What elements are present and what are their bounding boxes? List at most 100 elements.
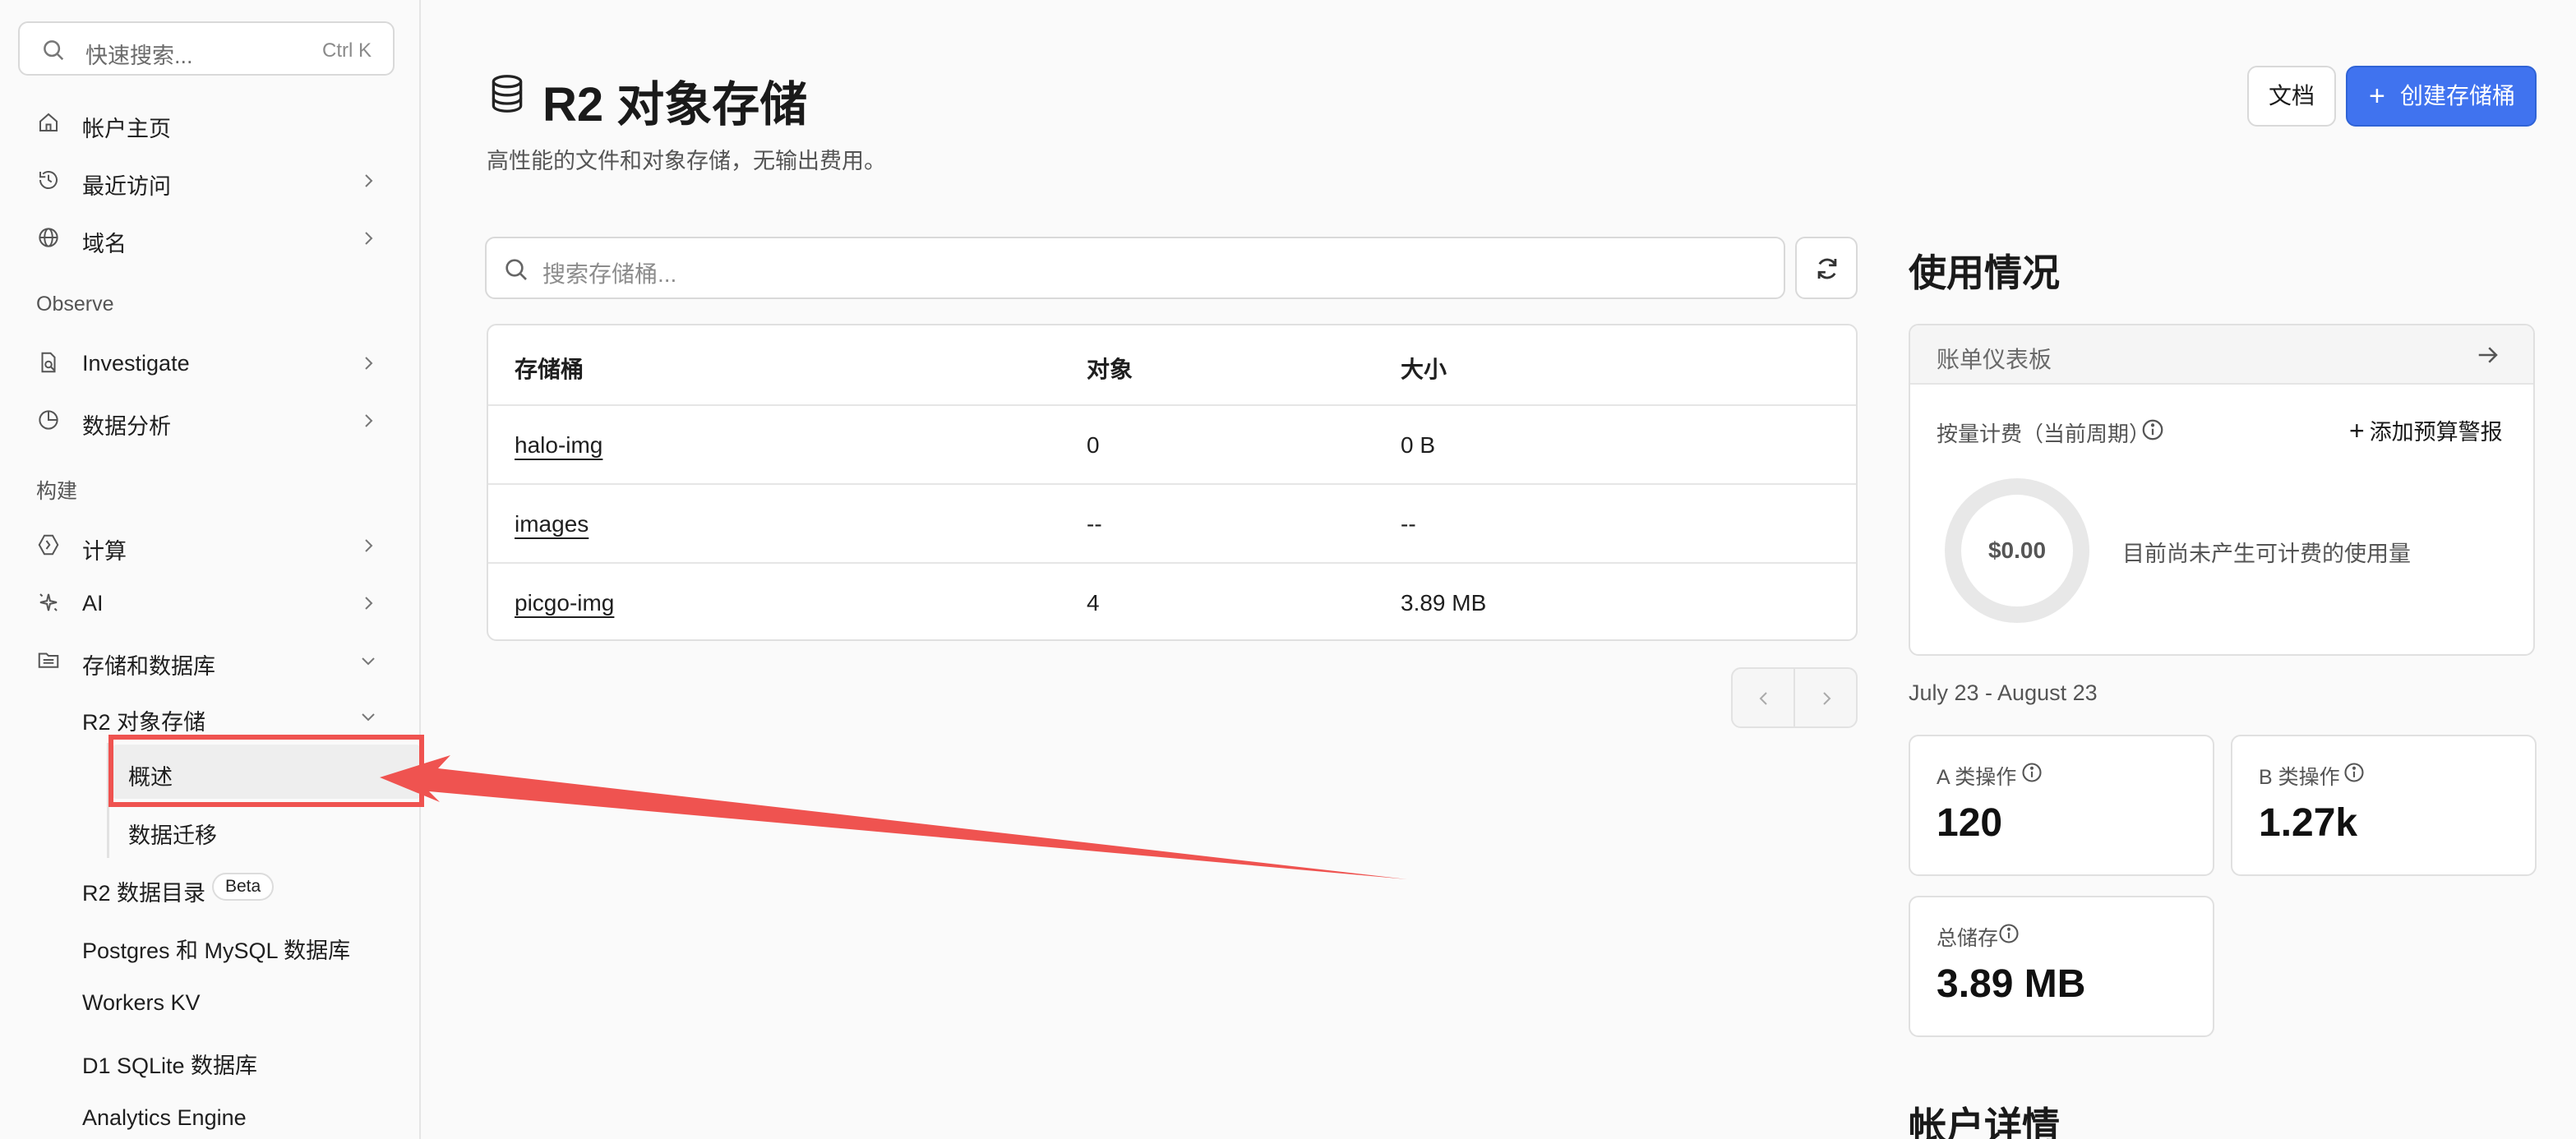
column-header-size[interactable]: 大小 (1401, 352, 1447, 385)
billable-amount: $0.00 (1987, 537, 2047, 563)
table-row[interactable]: images -- -- (488, 483, 1856, 562)
sidebar-item-overview[interactable]: 概述 (112, 745, 419, 799)
sidebar-item-label: 数据分析 (82, 414, 171, 439)
quick-search-input[interactable]: 快速搜索... Ctrl K (18, 21, 395, 76)
sidebar-item-recent[interactable]: 最近访问 (0, 154, 419, 205)
bucket-table: 存储桶 对象 大小 halo-img 0 0 B images -- -- pi… (487, 324, 1858, 641)
sidebar-item-analytics[interactable]: 数据分析 (0, 394, 419, 445)
chevron-right-icon (365, 232, 373, 245)
bucket-link[interactable]: halo-img (515, 432, 602, 459)
sidebar-item-ai[interactable]: AI (0, 577, 419, 628)
stat-label: A 类操作 (1937, 766, 2017, 789)
database-icon (492, 75, 523, 113)
object-count: -- (1087, 511, 1102, 537)
analytics-icon (39, 410, 58, 430)
plus-icon: + (2349, 416, 2365, 445)
sidebar-item-account-home[interactable]: 帐户主页 (0, 97, 419, 148)
subnav-guide-line (107, 743, 109, 858)
bucket-link[interactable]: picgo-img (515, 590, 614, 616)
search-icon (506, 259, 527, 280)
sidebar-item-workers-kv[interactable]: Workers KV (82, 976, 411, 1027)
stat-label: B 类操作 (2259, 766, 2340, 789)
column-header-objects[interactable]: 对象 (1087, 352, 1133, 385)
sidebar-item-storage[interactable]: 存储和数据库 (0, 634, 419, 685)
sidebar-item-d1[interactable]: D1 SQLite 数据库 (82, 1034, 411, 1085)
sidebar-item-label: 计算 (82, 539, 127, 564)
chevron-right-icon (365, 539, 373, 552)
sidebar-item-label: 概述 (128, 765, 173, 790)
usage-heading: 使用情况 (1909, 251, 2060, 294)
create-bucket-button[interactable]: + 创建存储桶 (2346, 66, 2537, 127)
info-icon[interactable] (1997, 922, 2020, 945)
add-budget-alert-label: 添加预算警报 (2369, 420, 2503, 445)
stat-value: 120 (1937, 801, 2003, 845)
history-icon (39, 171, 58, 190)
chevron-left-icon (1759, 692, 1767, 705)
sidebar-item-label: 数据迁移 (128, 823, 217, 848)
bucket-size: -- (1401, 511, 1416, 537)
sidebar-item-label: AI (82, 591, 104, 616)
sidebar-item-label: 帐户主页 (82, 117, 171, 141)
object-count: 4 (1087, 590, 1100, 616)
object-count: 0 (1087, 432, 1100, 458)
home-icon (39, 113, 58, 131)
stat-card-total-storage: 总储存 3.89 MB (1909, 896, 2214, 1037)
section-label-observe: Observe (36, 293, 114, 316)
page-subtitle: 高性能的文件和对象存储，无输出费用。 (487, 149, 886, 173)
sidebar-item-label: Investigate (82, 351, 190, 376)
table-row[interactable]: halo-img 0 0 B (488, 404, 1856, 483)
beta-badge: Beta (212, 873, 275, 901)
stat-label: 总储存 (1937, 927, 1999, 950)
sidebar-item-label: Analytics Engine (82, 1105, 247, 1130)
globe-icon (39, 228, 58, 247)
refresh-button[interactable] (1795, 237, 1858, 299)
payg-label: 按量计费（当前周期） (1937, 422, 2151, 446)
info-icon[interactable] (2343, 761, 2366, 784)
column-header-bucket[interactable]: 存储桶 (515, 352, 584, 385)
table-row[interactable]: picgo-img 4 3.89 MB (488, 562, 1856, 639)
sidebar-item-postgres-mysql[interactable]: Postgres 和 MySQL 数据库 (82, 919, 411, 970)
info-icon[interactable] (2140, 417, 2165, 442)
chevron-right-icon (1823, 692, 1831, 705)
billing-card: 账单仪表板 按量计费（当前周期） + 添加预算警报 $0.00 目前尚未产生可计费… (1909, 324, 2535, 656)
sidebar-item-r2[interactable]: R2 对象存储 (0, 690, 419, 741)
refresh-icon (1817, 258, 1837, 279)
bucket-link[interactable]: images (515, 511, 589, 537)
info-icon[interactable] (2020, 761, 2043, 784)
next-page-button[interactable] (1794, 667, 1858, 728)
chevron-down-icon (362, 657, 375, 666)
investigate-icon (41, 352, 56, 373)
billing-dashboard-link[interactable]: 账单仪表板 (1910, 325, 2533, 385)
chevron-down-icon (362, 713, 375, 722)
plus-icon: + (2369, 81, 2385, 112)
docs-button[interactable]: 文档 (2247, 66, 2336, 127)
create-bucket-label: 创建存储桶 (2400, 83, 2516, 108)
sidebar-item-domains[interactable]: 域名 (0, 212, 419, 263)
account-details-heading: 帐户详情 (1909, 1104, 2060, 1139)
previous-page-button[interactable] (1731, 667, 1795, 728)
table-header-row: 存储桶 对象 大小 (488, 325, 1856, 404)
bucket-search-input[interactable]: 搜索存储桶... (485, 237, 1785, 299)
sidebar-item-analytics-engine[interactable]: Analytics Engine (82, 1091, 411, 1139)
chevron-right-icon (365, 597, 373, 610)
sidebar-item-label: 存储和数据库 (82, 654, 215, 679)
stat-card-class-b-ops: B 类操作 1.27k (2231, 735, 2537, 876)
section-label-build: 构建 (36, 480, 78, 503)
billing-period: July 23 - August 23 (1909, 680, 2098, 705)
annotation-arrow (380, 755, 1407, 879)
chevron-right-icon (365, 357, 373, 370)
page-title: R2 对象存储 (542, 78, 808, 131)
add-budget-alert-button[interactable]: + 添加预算警报 (2349, 414, 2503, 446)
sidebar-item-data-migration[interactable]: 数据迁移 (128, 804, 408, 855)
bucket-size: 3.89 MB (1401, 590, 1487, 616)
no-usage-text: 目前尚未产生可计费的使用量 (2122, 542, 2411, 566)
sidebar-item-label: 域名 (82, 232, 127, 256)
quick-search-placeholder: 快速搜索... (85, 44, 193, 68)
sidebar-item-label: Workers KV (82, 990, 201, 1015)
sidebar-item-investigate[interactable]: Investigate (0, 337, 419, 388)
sidebar-item-label: R2 对象存储 (82, 710, 206, 735)
sidebar-item-compute[interactable]: 计算 (0, 519, 419, 570)
chevron-right-icon (365, 174, 373, 187)
bucket-search-placeholder: 搜索存储桶... (542, 261, 677, 287)
bucket-size: 0 B (1401, 432, 1436, 458)
